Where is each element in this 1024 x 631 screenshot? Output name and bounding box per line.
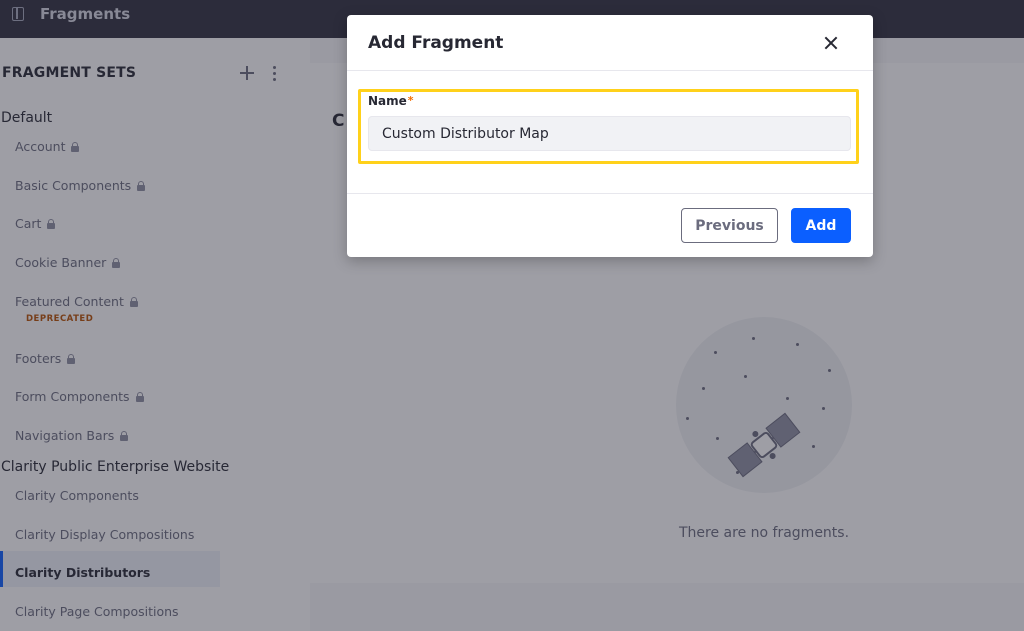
close-icon[interactable] (822, 34, 840, 52)
modal-title: Add Fragment (368, 33, 504, 53)
add-button[interactable]: Add (791, 208, 851, 243)
add-fragment-modal: Add Fragment Name* Previous Add (347, 15, 873, 257)
previous-button[interactable]: Previous (681, 208, 778, 243)
name-field-label: Name* (368, 94, 414, 108)
modal-header: Add Fragment (347, 15, 873, 71)
name-input[interactable] (368, 116, 851, 151)
required-mark: * (407, 94, 414, 107)
name-label-text: Name (368, 94, 407, 108)
